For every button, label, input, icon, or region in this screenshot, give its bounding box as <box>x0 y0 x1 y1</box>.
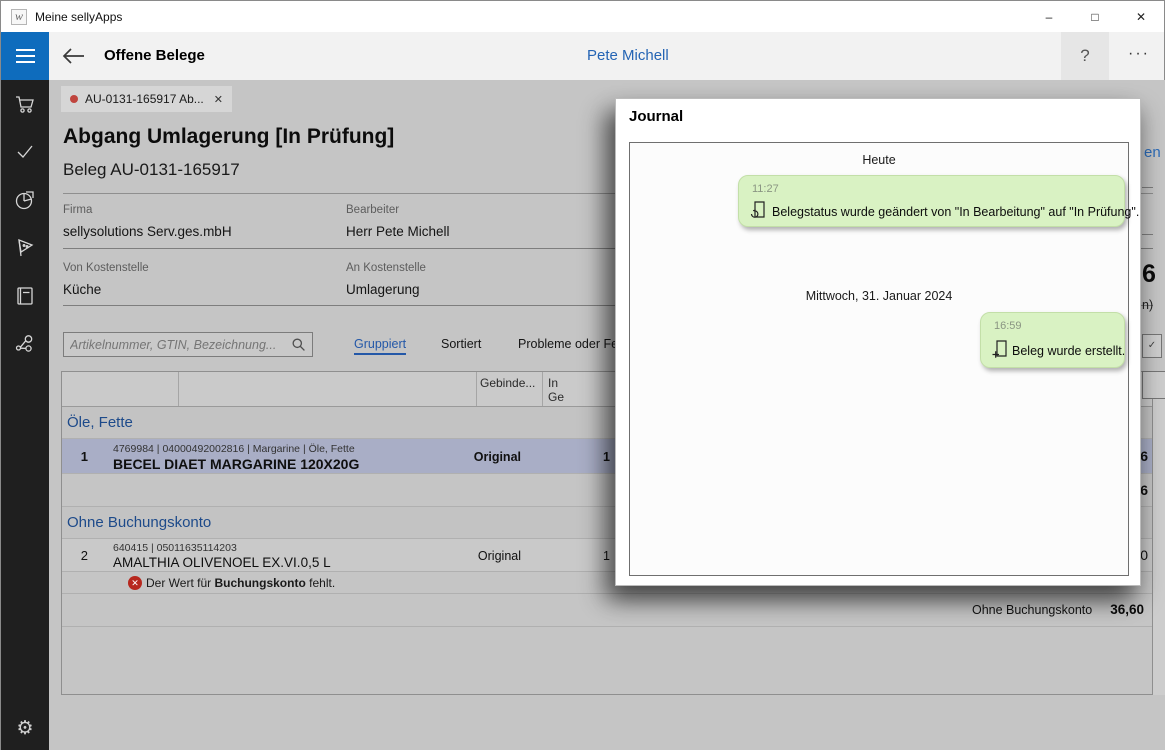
group-label: Öle, Fette <box>67 414 133 431</box>
document-tab[interactable]: AU-0131-165917 Ab... ✕ <box>61 86 232 112</box>
field-label-von-kostenstelle: Von Kostenstelle <box>63 262 149 274</box>
app-logo-glyph: w <box>15 9 23 23</box>
sidebar-item-labels[interactable] <box>1 224 49 272</box>
window-title: Meine sellyApps <box>35 10 122 24</box>
sidebar-item-cart[interactable] <box>1 80 49 128</box>
help-button[interactable]: ? <box>1061 32 1109 80</box>
settings-button[interactable]: ⚙ <box>1 705 49 750</box>
journal-panel: Heute 11:27 Belegstatus wurde geändert v… <box>629 142 1129 576</box>
total-value: 36,60 <box>1110 602 1144 617</box>
tab-close-icon[interactable]: ✕ <box>214 93 223 106</box>
status-change-icon <box>749 200 767 225</box>
header-divider <box>178 372 179 406</box>
field-label-firma: Firma <box>63 204 92 216</box>
maximize-button[interactable]: □ <box>1072 1 1118 32</box>
share-icon <box>13 332 37 356</box>
row-article-name: AMALTHIA OLIVENOEL EX.VI.0,5 L <box>113 555 331 570</box>
group-label: Ohne Buchungskonto <box>67 514 211 531</box>
flag-icon <box>13 236 37 260</box>
search-input[interactable] <box>64 338 291 352</box>
table-right-margin <box>1153 371 1165 695</box>
document-number: Beleg AU-0131-165917 <box>63 160 240 180</box>
row-value-cut: 0 <box>1140 547 1148 563</box>
error-icon: ✕ <box>128 576 142 590</box>
header-divider <box>476 372 477 406</box>
field-value-von-kostenstelle: Küche <box>63 282 101 297</box>
titlebar: w Meine sellyApps – □ ✕ <box>1 1 1164 32</box>
entry-text: Beleg wurde erstellt. <box>1012 344 1125 358</box>
navbar: Offene Belege Pete Michell ? ··· <box>1 32 1164 80</box>
close-button[interactable]: ✕ <box>1118 1 1164 32</box>
entry-text: Belegstatus wurde geändert von "In Bearb… <box>772 205 1139 219</box>
field-underline <box>1142 234 1153 235</box>
tab-label: AU-0131-165917 Ab... <box>85 92 204 106</box>
more-options-button[interactable]: ··· <box>1115 32 1163 80</box>
cut-link[interactable]: en <box>1144 144 1161 161</box>
journal-entry-status-change[interactable]: 11:27 Belegstatus wurde geändert von "In… <box>738 175 1125 227</box>
app-window: w Meine sellyApps – □ ✕ Offene Belege Pe… <box>0 0 1165 750</box>
row-quantity: 1 <box>603 450 610 464</box>
cut-small-text: n) <box>1142 298 1153 312</box>
field-value-bearbeiter: Herr Pete Michell <box>346 224 450 239</box>
row-value-cut: 6 <box>1140 448 1148 464</box>
check-glyph: ✓ <box>1148 340 1156 351</box>
field-label-bearbeiter: Bearbeiter <box>346 204 399 216</box>
row-meta: 4769984 | 04000492002816 | Margarine | Ö… <box>113 443 355 455</box>
minimize-button[interactable]: – <box>1026 1 1072 32</box>
article-search <box>63 332 313 357</box>
sidebar-item-reports[interactable] <box>1 176 49 224</box>
sidebar-item-tasks[interactable] <box>1 128 49 176</box>
empty-row <box>62 627 1152 693</box>
row-gebinde: Original <box>478 549 521 563</box>
sidebar: ⚙ <box>1 80 49 750</box>
entry-time: 11:27 <box>752 183 779 195</box>
row-quantity: 1 <box>603 549 610 563</box>
journal-title: Journal <box>629 108 683 125</box>
unsaved-dot-icon <box>70 95 78 103</box>
gear-icon: ⚙ <box>16 717 33 740</box>
header-in-gebinde[interactable]: InGe <box>548 376 564 404</box>
row-gebinde: Original <box>474 450 521 464</box>
hamburger-menu-button[interactable] <box>1 32 49 80</box>
error-message: Der Wert für Buchungskonto fehlt. <box>146 576 335 590</box>
sidebar-item-journal[interactable] <box>1 272 49 320</box>
row-number: 1 <box>62 449 88 464</box>
field-value-an-kostenstelle: Umlagerung <box>346 282 420 297</box>
journal-date-heute: Heute <box>630 153 1128 167</box>
row-number: 2 <box>62 548 88 563</box>
row-meta: 640415 | 05011635114203 <box>113 542 237 554</box>
page-title: Offene Belege <box>104 32 205 80</box>
row-article-name: BECEL DIAET MARGARINE 120X20G <box>113 456 359 472</box>
pie-chart-icon <box>13 188 37 212</box>
book-icon <box>13 284 37 308</box>
back-button[interactable] <box>57 40 91 72</box>
cart-icon <box>13 92 37 116</box>
cut-dropdown-button[interactable]: ✓ <box>1142 334 1162 358</box>
cut-button[interactable] <box>1142 371 1165 399</box>
journal-date-31-januar: Mittwoch, 31. Januar 2024 <box>630 289 1128 303</box>
window-controls: – □ ✕ <box>1026 1 1164 32</box>
check-icon <box>13 140 37 164</box>
view-tab-sortiert[interactable]: Sortiert <box>441 337 481 351</box>
field-underline <box>1142 187 1153 188</box>
view-tab-gruppiert[interactable]: Gruppiert <box>354 337 406 355</box>
cut-total-number: 6 <box>1142 260 1152 289</box>
journal-dialog: Journal Heute 11:27 Belegstatus wurde ge… <box>615 98 1141 586</box>
field-value-firma: sellysolutions Serv.ges.mbH <box>63 224 232 239</box>
search-icon <box>291 337 306 352</box>
subtotal-value-cut: 6 <box>1140 482 1148 498</box>
back-arrow-icon <box>62 47 86 65</box>
journal-entry-created[interactable]: 16:59 Beleg wurde erstellt. <box>980 312 1125 368</box>
document-created-icon <box>991 339 1009 364</box>
sidebar-item-share[interactable] <box>1 320 49 368</box>
app-logo-icon: w <box>11 9 27 25</box>
document-title: Abgang Umlagerung [In Prüfung] <box>63 125 394 149</box>
header-divider <box>542 372 543 406</box>
header-gebinde[interactable]: Gebinde... <box>480 376 535 390</box>
field-label-an-kostenstelle: An Kostenstelle <box>346 262 426 274</box>
entry-time: 16:59 <box>994 320 1022 332</box>
total-label: Ohne Buchungskonto <box>972 603 1092 617</box>
user-name-link[interactable]: Pete Michell <box>587 32 669 80</box>
total-row: Ohne Buchungskonto 36,60 <box>62 594 1152 627</box>
